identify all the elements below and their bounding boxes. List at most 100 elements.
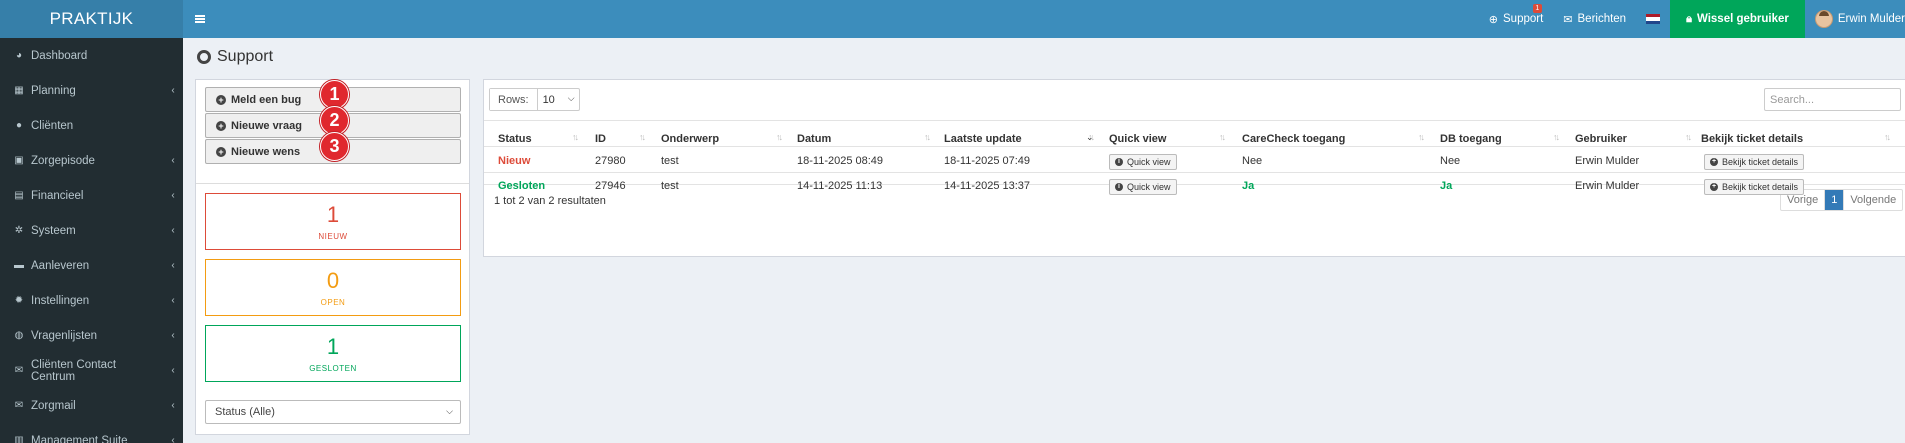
envelope-icon: ✉ bbox=[14, 400, 24, 411]
sort-desc-icon[interactable]: ⌄ bbox=[1086, 132, 1094, 143]
lifering-icon bbox=[197, 50, 211, 64]
search-input[interactable]: Search... bbox=[1764, 88, 1901, 111]
column-header-details[interactable]: Bekijk ticket details bbox=[1701, 133, 1803, 145]
ticket-id: 27980 bbox=[595, 155, 626, 167]
briefcase-icon: ▣ bbox=[14, 155, 24, 166]
sidebar-toggle-button[interactable] bbox=[183, 0, 217, 38]
view-ticket-details-button[interactable]: + Bekijk ticket details bbox=[1704, 154, 1805, 170]
sidebar: ◕ Dashboard ▦ Planning ‹ ● Cliënten ▣ Zorgepisod… bbox=[0, 38, 183, 443]
sidebar-item-cliënten[interactable]: ● Cliënten bbox=[0, 108, 183, 143]
chart-icon: ▥ bbox=[14, 435, 24, 443]
pager-next-button[interactable]: Volgende bbox=[1844, 190, 1902, 210]
sidebar-item-systeem[interactable]: ✲ Systeem ‹ bbox=[0, 213, 183, 248]
sort-icon[interactable]: ↑↓ bbox=[1685, 132, 1692, 142]
sidebar-item-financieel[interactable]: ▤ Financieel ‹ bbox=[0, 178, 183, 213]
column-header-subject[interactable]: Onderwerp bbox=[661, 133, 719, 145]
app-logo[interactable]: PRAKTIJK bbox=[0, 0, 183, 38]
user-icon: ● bbox=[15, 120, 23, 131]
plus-circle-icon: + bbox=[1710, 158, 1718, 166]
sort-icon[interactable]: ↑↓ bbox=[1553, 132, 1560, 142]
chevron-down-icon: ⌵ bbox=[446, 406, 453, 416]
sort-icon[interactable]: ↑↓ bbox=[924, 132, 931, 142]
sort-icon[interactable]: ↑↓ bbox=[776, 132, 783, 142]
ticket-db-access: Nee bbox=[1440, 155, 1461, 167]
sidebar-item-label: Zorgepisode bbox=[31, 154, 95, 167]
lifering-icon: ⊕ bbox=[1488, 13, 1498, 26]
sidebar-item-instellingen[interactable]: ✹ Instellingen ‹ bbox=[0, 283, 183, 318]
sort-icon[interactable]: ↑↓ bbox=[639, 132, 646, 142]
quick-view-button-label: Quick view bbox=[1127, 157, 1171, 167]
sidebar-item-label: Cliënten Contact Centrum bbox=[31, 358, 117, 383]
sidebar-item-dashboard[interactable]: ◕ Dashboard bbox=[0, 38, 183, 73]
rows-per-page-value: 10 bbox=[542, 93, 555, 106]
status-filter-select[interactable]: Status (Alle) ⌵ bbox=[205, 400, 461, 424]
column-header-id[interactable]: ID bbox=[595, 133, 606, 145]
view-ticket-details-button[interactable]: + Bekijk ticket details bbox=[1704, 179, 1805, 195]
info-circle-icon: i bbox=[1115, 158, 1123, 166]
ticket-status: Gesloten bbox=[498, 180, 546, 192]
chevron-left-icon: ‹ bbox=[171, 190, 175, 201]
sidebar-item-aanleveren[interactable]: ▬ Aanleveren ‹ bbox=[0, 248, 183, 283]
sort-icon[interactable]: ↑↓ bbox=[1884, 132, 1891, 142]
sort-icon[interactable]: ↑↓ bbox=[1418, 132, 1425, 142]
cogs-icon: ✲ bbox=[14, 225, 24, 236]
calendar-icon: ▦ bbox=[14, 85, 24, 96]
info-circle-icon: i bbox=[1115, 183, 1123, 191]
language-switcher[interactable] bbox=[1636, 0, 1670, 38]
step-marker-3: 3 bbox=[320, 132, 349, 161]
sidebar-item-zorgepisode[interactable]: ▣ Zorgepisode ‹ bbox=[0, 143, 183, 178]
stat-new-box[interactable]: 1 NIEUW bbox=[205, 193, 461, 250]
dutch-flag-icon bbox=[1646, 14, 1661, 24]
column-header-status[interactable]: Status bbox=[498, 133, 532, 145]
sort-icon[interactable]: ↑↓ bbox=[572, 132, 579, 142]
ticket-carecheck-access: Ja bbox=[1242, 180, 1255, 192]
sidebar-item-planning[interactable]: ▦ Planning ‹ bbox=[0, 73, 183, 108]
support-nav-label: Support bbox=[1503, 13, 1544, 25]
sidebar-item-vragenlijsten[interactable]: ◍ Vragenlijsten ‹ bbox=[0, 318, 183, 353]
sidebar-item-management-suite[interactable]: ▥ Management Suite ‹ bbox=[0, 423, 183, 443]
ticket-db-access: Ja bbox=[1440, 180, 1453, 192]
ticket-date: 14-11-2025 11:13 bbox=[797, 180, 883, 192]
ticket-subject: test bbox=[661, 180, 679, 192]
sidebar-item-zorgmail[interactable]: ✉ Zorgmail ‹ bbox=[0, 388, 183, 423]
quick-view-button[interactable]: i Quick view bbox=[1109, 154, 1177, 170]
rows-per-page-select[interactable]: 10 ⌵ bbox=[538, 89, 579, 110]
divider bbox=[196, 183, 469, 184]
ticket-user: Erwin Mulder bbox=[1575, 155, 1640, 167]
stat-closed-box[interactable]: 1 GESLOTEN bbox=[205, 325, 461, 382]
user-menu[interactable]: Erwin Mulder bbox=[1805, 0, 1905, 38]
stat-closed-label: GESLOTEN bbox=[309, 364, 357, 373]
view-ticket-details-button-label: Bekijk ticket details bbox=[1722, 182, 1799, 192]
user-name: Erwin Mulder bbox=[1837, 13, 1905, 25]
column-header-user[interactable]: Gebruiker bbox=[1575, 133, 1627, 145]
rows-per-page: Rows: 10 ⌵ bbox=[489, 88, 580, 111]
support-nav-button[interactable]: ⊕ Support 1 bbox=[1479, 0, 1554, 38]
status-filter-value: Status (Alle) bbox=[215, 406, 275, 418]
chevron-left-icon: ‹ bbox=[171, 260, 175, 271]
column-header-date[interactable]: Datum bbox=[797, 133, 831, 145]
hamburger-icon bbox=[195, 15, 205, 23]
ticket-last-update: 18-11-2025 07:49 bbox=[944, 155, 1031, 167]
pager-page-button[interactable]: 1 bbox=[1825, 190, 1845, 210]
sidebar-item-label: Zorgmail bbox=[31, 399, 76, 412]
column-header-last-update[interactable]: Laatste update bbox=[944, 133, 1022, 145]
sidebar-item-label: Dashboard bbox=[31, 49, 88, 62]
switch-user-label: Wissel gebruiker bbox=[1696, 13, 1789, 25]
messages-nav-button[interactable]: ✉ Berichten bbox=[1553, 0, 1636, 38]
sidebar-item-label: Systeem bbox=[31, 224, 76, 237]
quick-view-button[interactable]: i Quick view bbox=[1109, 179, 1177, 195]
globe-icon: ◍ bbox=[14, 330, 24, 341]
truck-icon: ▬ bbox=[14, 260, 24, 271]
switch-user-button[interactable]: 🔒︎ Wissel gebruiker bbox=[1670, 0, 1805, 38]
lock-icon: 🔒︎ bbox=[1686, 12, 1692, 25]
dashboard-icon: ◕ bbox=[15, 50, 23, 61]
rows-label: Rows: bbox=[490, 89, 538, 110]
column-header-quick-view[interactable]: Quick view bbox=[1109, 133, 1166, 145]
sidebar-item-label: Management Suite bbox=[31, 434, 128, 443]
sidebar-item-cliënten-contact-centrum[interactable]: ✉ Cliënten Contact Centrum ‹ bbox=[0, 353, 183, 388]
page-title: Support bbox=[197, 48, 273, 66]
sort-icon[interactable]: ↑↓ bbox=[1219, 132, 1226, 142]
column-header-carecheck[interactable]: CareCheck toegang bbox=[1242, 133, 1345, 145]
stat-open-box[interactable]: 0 OPEN bbox=[205, 259, 461, 316]
column-header-db-access[interactable]: DB toegang bbox=[1440, 133, 1502, 145]
